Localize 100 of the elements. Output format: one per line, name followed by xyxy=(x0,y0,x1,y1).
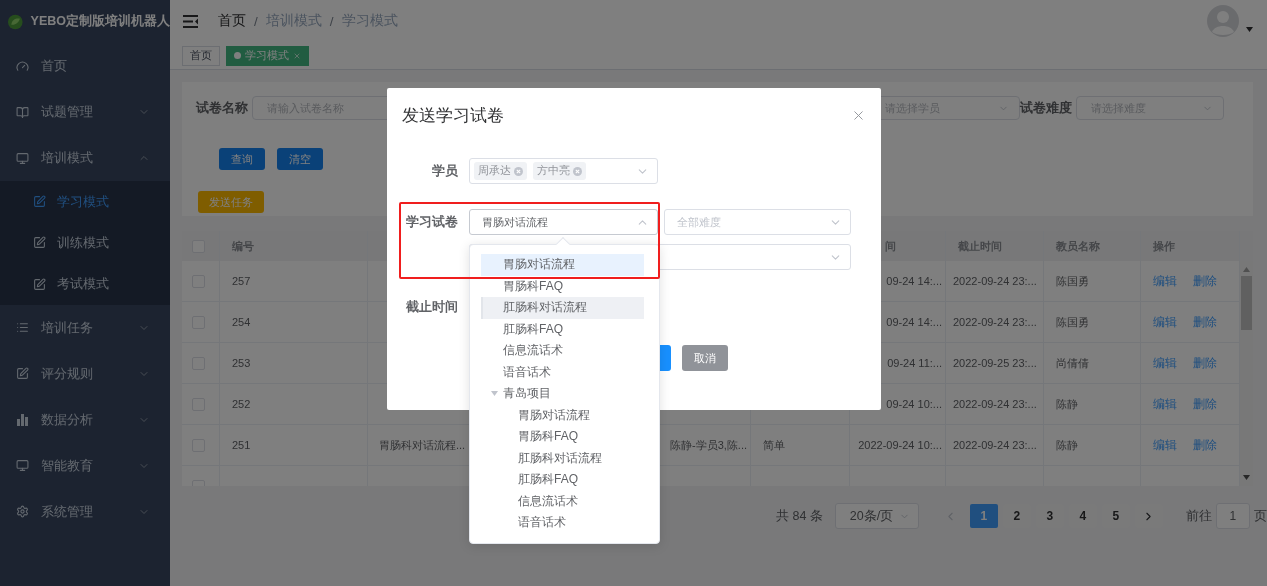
send-task-button[interactable]: 发送任务 xyxy=(198,191,264,213)
page-input[interactable]: 1 xyxy=(1215,503,1250,529)
table-cell: 2022-09-24 23:... xyxy=(953,398,1037,410)
sidebar-item[interactable]: 培训任务 xyxy=(0,304,170,351)
pencil-square-icon xyxy=(16,367,29,381)
table-cell: 陈国勇 xyxy=(1056,314,1089,330)
table-cell: 陈静-学员3,陈... xyxy=(670,437,747,453)
table-cell: 简单 xyxy=(763,437,785,453)
table-cell: 253 xyxy=(232,357,251,369)
edit-link[interactable]: 编辑 xyxy=(1153,355,1177,371)
dropdown-option[interactable]: 信息流话术 xyxy=(481,490,644,512)
dropdown-option[interactable]: 胃肠对话流程 xyxy=(481,404,644,426)
delete-link[interactable]: 删除 xyxy=(1193,396,1217,412)
student-tag: 周承达 xyxy=(474,162,527,180)
table-cell: 陈静 xyxy=(1056,396,1078,412)
table-cell: 09-24 14:... xyxy=(886,316,942,328)
page-button[interactable]: 1 xyxy=(969,504,998,528)
menu-icon[interactable] xyxy=(183,14,198,28)
close-icon[interactable] xyxy=(293,51,301,60)
goto-label: 前往 xyxy=(1185,507,1212,525)
edit-link[interactable]: 编辑 xyxy=(1153,314,1177,330)
breadcrumb-item[interactable]: 首页 xyxy=(218,12,246,30)
page-tab[interactable]: 首页 xyxy=(182,45,220,66)
sidebar-item[interactable]: 系统管理 xyxy=(0,488,170,535)
remove-icon[interactable] xyxy=(514,166,523,176)
delete-link[interactable]: 删除 xyxy=(1193,273,1217,289)
student-select[interactable]: 周承达 方中亮 xyxy=(469,158,658,184)
table-cell: 陈静 xyxy=(1056,437,1078,453)
dropdown-option[interactable]: 语音话术 xyxy=(481,361,644,383)
table-cell: 2022-09-24 23:... xyxy=(953,316,1037,328)
sidebar-item[interactable]: 智能教育 xyxy=(0,442,170,489)
dot-icon xyxy=(234,52,241,59)
filter-label: 试卷难度 xyxy=(1020,99,1072,117)
caret-down-icon[interactable] xyxy=(1246,26,1253,32)
pencil-square-icon xyxy=(33,277,46,291)
remove-icon[interactable] xyxy=(573,166,582,176)
form-label: 学习试卷 xyxy=(405,213,459,231)
monitor-icon xyxy=(16,151,29,165)
delete-link[interactable]: 删除 xyxy=(1193,355,1217,371)
sidebar-item[interactable]: 数据分析 xyxy=(0,396,170,443)
table-cell: 2022-09-24 23:... xyxy=(953,439,1037,451)
dropdown-option[interactable]: 语音话术 xyxy=(481,512,644,534)
table-cell: 09-24 11:... xyxy=(887,357,942,369)
table-cell: 2022-09-25 23:... xyxy=(953,357,1037,369)
sidebar-item[interactable]: 评分规则 xyxy=(0,350,170,397)
page-size-select[interactable]: 20条/页 xyxy=(834,503,919,529)
sidebar-item[interactable]: 首页 xyxy=(0,43,170,89)
page-suffix: 页 xyxy=(1253,507,1267,525)
scrollbar-thumb[interactable] xyxy=(1241,276,1252,330)
app-title: YEBO定制版培训机器人 xyxy=(30,13,170,30)
table-cell: 257 xyxy=(232,275,251,287)
monitor-icon xyxy=(16,459,29,473)
sidebar-subitem[interactable]: 考试模式 xyxy=(0,263,170,305)
dropdown-option[interactable]: 肛肠科FAQ xyxy=(481,318,644,340)
page-tab[interactable]: 学习模式 xyxy=(226,45,309,66)
scroll-down-icon[interactable] xyxy=(1243,475,1250,480)
student-tag: 方中亮 xyxy=(533,162,586,180)
sidebar-item[interactable]: 培训模式 xyxy=(0,135,170,181)
edit-link[interactable]: 编辑 xyxy=(1153,396,1177,412)
dropdown-option[interactable]: 胃肠科FAQ xyxy=(481,275,644,297)
edit-link[interactable]: 编辑 xyxy=(1153,437,1177,453)
delete-link[interactable]: 删除 xyxy=(1193,437,1217,453)
breadcrumb-separator: / xyxy=(254,13,258,29)
table-cell: 2022-09-24 10:... xyxy=(858,439,942,451)
delete-link[interactable]: 删除 xyxy=(1193,314,1217,330)
sidebar-item[interactable]: 试题管理 xyxy=(0,89,170,135)
table-cell: 2022-09-24 23:... xyxy=(953,275,1037,287)
dropdown-option[interactable]: 青岛项目 xyxy=(481,383,644,405)
scroll-up-icon[interactable] xyxy=(1243,267,1250,272)
sidebar-subitem[interactable]: 训练模式 xyxy=(0,222,170,264)
dropdown-option[interactable]: 肛肠科对话流程 xyxy=(481,447,644,469)
breadcrumb-separator: / xyxy=(329,13,334,29)
caret-icon[interactable] xyxy=(491,391,498,397)
table-cell: 陈国勇 xyxy=(1056,273,1089,289)
cancel-button[interactable]: 取消 xyxy=(682,345,728,371)
pencil-square-icon xyxy=(33,195,46,209)
pencil-square-icon xyxy=(33,236,46,250)
gauge-icon xyxy=(16,59,29,73)
dropdown-option[interactable]: 信息流话术 xyxy=(481,340,644,362)
dropdown-option[interactable]: 胃肠对话流程 xyxy=(481,254,644,276)
dropdown-option[interactable]: 肛肠科对话流程 xyxy=(481,297,644,319)
book-icon xyxy=(16,105,29,119)
table-cell: 254 xyxy=(232,316,251,328)
search-button[interactable]: 查询 xyxy=(219,148,265,170)
table-cell: 252 xyxy=(232,398,251,410)
clear-button[interactable]: 清空 xyxy=(277,148,323,170)
settings-icon xyxy=(16,505,29,519)
table-cell: 尚倩倩 xyxy=(1056,355,1089,371)
dropdown-option[interactable]: 胃肠科FAQ xyxy=(481,426,644,448)
form-label: 截止时间 xyxy=(405,298,459,316)
form-label: 学员 xyxy=(431,162,459,180)
dropdown-option[interactable]: 肛肠科FAQ xyxy=(481,469,644,491)
list-icon xyxy=(16,321,29,335)
total-count: 共 84 条 xyxy=(776,507,823,525)
filter-label: 试卷名称 xyxy=(196,99,248,117)
table-cell: 09-24 14:... xyxy=(886,275,942,287)
table-cell: 251 xyxy=(232,439,251,451)
edit-link[interactable]: 编辑 xyxy=(1153,273,1177,289)
bar-chart-icon xyxy=(16,413,29,427)
sidebar-subitem[interactable]: 学习模式 xyxy=(0,181,170,223)
